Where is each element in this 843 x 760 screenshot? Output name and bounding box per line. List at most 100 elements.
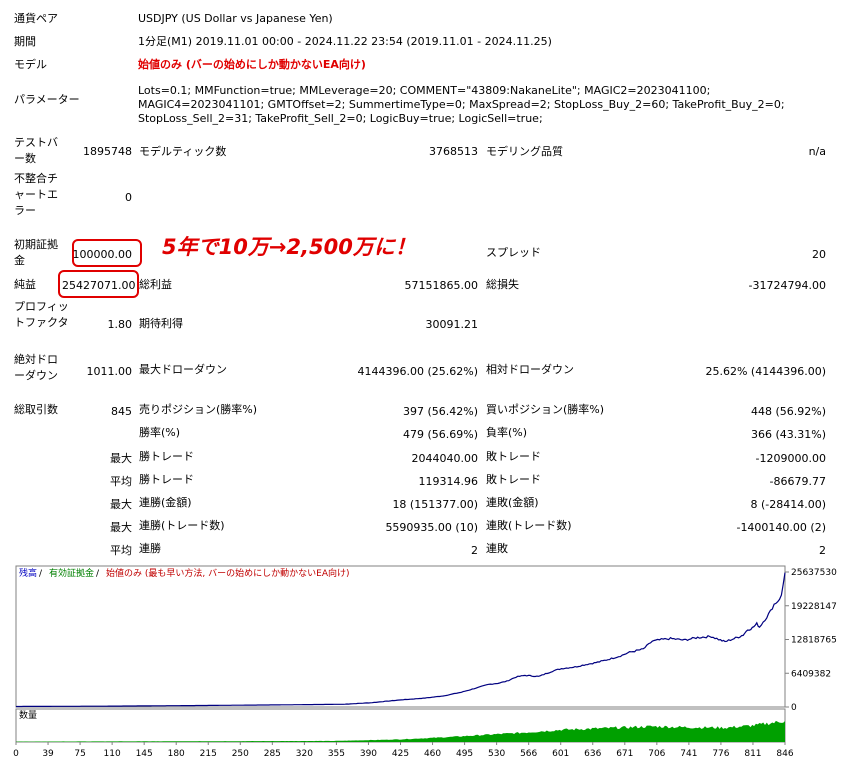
x-tick-label: 846 [776,749,793,759]
gross-loss-value: -31724794.00 [748,279,826,292]
rel-dd-label: 相対ドローダウン [486,363,574,376]
x-tick-label: 250 [232,749,249,759]
long-label: 買いポジション(勝率%) [486,403,605,416]
x-tick-label: 566 [520,749,537,759]
x-tick-label: 636 [584,749,601,759]
y-tick-label: 25637530 [791,568,837,578]
x-tick-label: 390 [360,749,377,759]
detail-right-value: -1400140.00 (2) [736,521,826,534]
x-tick-label: 811 [744,749,761,759]
x-tick-label: 75 [74,749,85,759]
expected-label: 期待利得 [139,317,183,330]
gross-profit-label: 総利益 [139,278,172,291]
legend-item: 有効証拠金 [49,567,94,579]
detail-prefix: 最大 [110,521,132,534]
balance-plot-area [15,565,786,708]
x-tick-label: 110 [104,749,121,759]
x-tick-label: 285 [264,749,281,759]
legend-item: 残高 [19,567,37,579]
x-tick-label: 0 [13,749,19,759]
win-rate-value: 479 (56.69%) [402,428,478,441]
model-value: 始値のみ (バーの始めにしか動かないEA向け) [138,58,366,71]
bars-value: 1895748 [83,145,132,158]
detail-left-label: 勝トレード [139,473,194,486]
detail-left-label: 連勝(金額) [139,496,192,509]
model-label: モデル [14,58,47,71]
detail-left-value: 2 [471,544,478,557]
abs-dd-label: 絶対ドローダウン [14,353,58,382]
detail-right-label: 敗トレード [486,473,541,486]
detail-left-value: 2044040.00 [411,452,478,465]
y-axis: 25637530 19228147 12818765 6409382 0 [785,568,837,713]
detail-right-label: 敗トレード [486,450,541,463]
detail-left-label: 連勝 [139,542,161,555]
x-axis: 0 39 75 110 145 180 215 250 285 320 355 390 425 460 49… [13,742,794,759]
balance-chart: 残高 / 有効証拠金 / 始値のみ (最も早い方法, バーの始めにしか動かないE… [13,565,837,759]
y-tick-label: 0 [791,703,797,713]
x-tick-label: 320 [296,749,313,759]
deposit-value: 100000.00 [72,248,133,261]
short-label: 売りポジション(勝率%) [139,403,258,416]
spread-value: 20 [812,248,826,261]
symbol-label: 通貨ペア [14,12,58,25]
x-tick-label: 425 [392,749,409,759]
growth-annotation: 5年で10万→2,500万に！ [162,235,416,259]
detail-left-value: 18 (151377.00) [392,498,478,511]
detail-prefix: 平均 [110,475,132,488]
mismatch-value: 0 [125,191,132,204]
period-value: 1分足(M1) 2019.11.01 00:00 - 2024.11.22 23… [138,35,552,48]
quality-label: モデリング品質 [486,145,563,158]
x-tick-label: 601 [552,749,569,759]
x-tick-label: 460 [424,749,441,759]
detail-left-label: 勝トレード [139,450,194,463]
gross-profit-value: 57151865.00 [404,279,478,292]
x-tick-label: 530 [488,749,505,759]
bars-label: テストバー数 [14,136,58,165]
detail-left-label: 連勝(トレード数) [139,519,225,532]
detail-right-value: 2 [819,544,826,557]
total-trades-label: 総取引数 [14,403,58,416]
y-tick-label: 19228147 [791,602,837,612]
detail-right-value: -86679.77 [769,475,826,488]
ticks-value: 3768513 [429,145,478,158]
x-tick-label: 741 [680,749,697,759]
long-value: 448 (56.92%) [750,405,826,418]
ticks-label: モデルティック数 [139,145,227,158]
expected-value: 30091.21 [425,318,479,331]
detail-prefix: 平均 [110,544,132,557]
pf-label: プロフィットファクタ [14,300,69,329]
loss-rate-label: 負率(%) [486,426,528,439]
total-trades-value: 845 [111,405,132,418]
detail-right-label: 連敗(金額) [486,496,539,509]
detail-right-value: 8 (-28414.00) [750,498,826,511]
detail-right-value: -1209000.00 [755,452,826,465]
x-tick-label: 180 [168,749,185,759]
net-label: 純益 [14,278,36,291]
abs-dd-value: 1011.00 [86,365,133,378]
quality-value: n/a [808,145,826,158]
chart-legend: 残高 / 有効証拠金 / 始値のみ (最も早い方法, バーの始めにしか動かないE… [19,567,349,579]
x-tick-label: 495 [456,749,473,759]
spread-label: スプレッド [486,246,541,259]
detail-right-label: 連敗 [486,542,508,555]
mismatch-label: 不整合チャートエラー [14,172,58,217]
rel-dd-value: 25.62% (4144396.00) [705,365,826,378]
params-value: Lots=0.1; MMFunction=true; MMLeverage=20… [138,84,785,125]
y-tick-label: 6409382 [791,669,831,679]
loss-rate-value: 366 (43.31%) [750,428,826,441]
gross-loss-label: 総損失 [486,278,519,291]
y-tick-label: 12818765 [791,636,837,646]
short-value: 397 (56.42%) [402,405,478,418]
deposit-label: 初期証拠金 [14,238,58,267]
x-tick-label: 776 [712,749,729,759]
symbol-value: USDJPY (US Dollar vs Japanese Yen) [138,12,333,25]
pf-value: 1.80 [107,318,133,331]
max-dd-label: 最大ドローダウン [139,363,227,376]
detail-left-value: 119314.96 [418,475,479,488]
detail-right-label: 連敗(トレード数) [486,519,572,532]
detail-left-value: 5590935.00 (10) [385,521,478,534]
net-value: 25427071.00 [62,279,136,292]
x-tick-label: 671 [616,749,633,759]
x-tick-label: 39 [42,749,54,759]
x-tick-label: 215 [200,749,217,759]
